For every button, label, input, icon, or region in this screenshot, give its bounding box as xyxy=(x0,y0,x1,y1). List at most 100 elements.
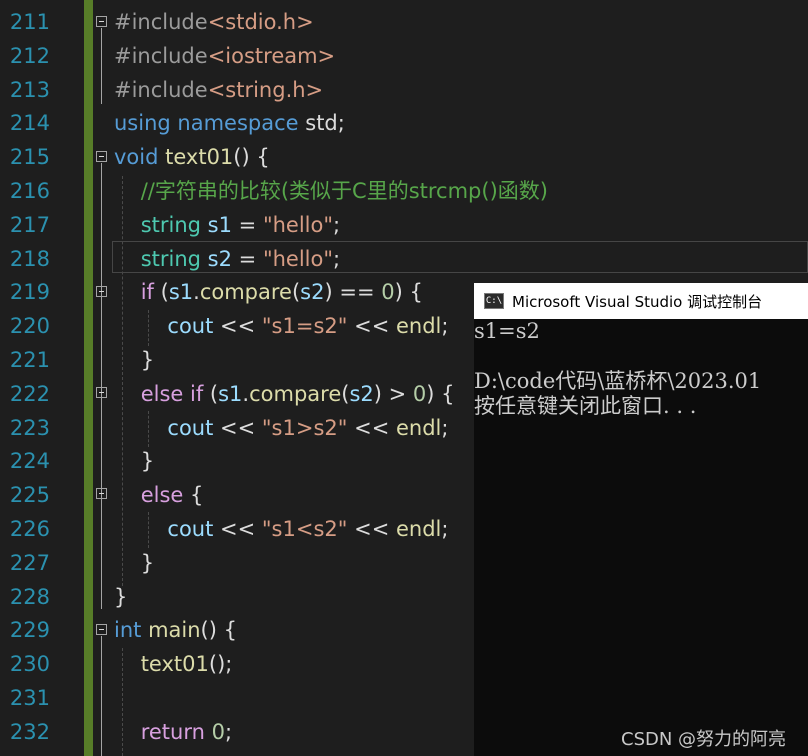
code-token: #include xyxy=(114,43,208,68)
indent-guide xyxy=(122,648,124,756)
line-number: 226 xyxy=(9,517,50,541)
code-token: . xyxy=(193,280,200,305)
line-number: 230 xyxy=(9,652,50,677)
code-token: #include xyxy=(114,10,208,34)
code-token: ; xyxy=(333,212,341,237)
console-title-bar[interactable]: C:\ Microsoft Visual Studio 调试控制台 xyxy=(474,283,808,319)
code-token: } xyxy=(114,449,155,474)
code-token: s2 xyxy=(349,381,374,406)
code-line[interactable]: } xyxy=(114,343,154,377)
code-line[interactable]: if (s1.compare(s2) == 0) { xyxy=(114,275,423,309)
code-token: using xyxy=(114,111,178,136)
code-line[interactable]: } xyxy=(114,546,154,580)
code-token: ( xyxy=(209,381,219,406)
line-number: 219 xyxy=(9,280,50,305)
fold-toggle-else[interactable] xyxy=(96,488,107,499)
console-output-line: D:\code代码\蓝桥杯\2023.01 xyxy=(474,369,762,393)
line-number: 213 xyxy=(9,77,50,102)
indent-guide xyxy=(122,176,124,586)
current-line-highlight xyxy=(112,241,808,273)
code-line[interactable]: text01(); xyxy=(114,647,233,681)
indent-guide xyxy=(148,411,150,447)
code-token: << xyxy=(213,415,262,440)
console-output-line: 按任意键关闭此窗口. . . xyxy=(474,394,697,418)
line-number: 215 xyxy=(9,145,50,170)
code-token: <iostream> xyxy=(207,43,336,68)
code-token: text01 xyxy=(165,145,234,170)
console-output: s1=s2 D:\code代码\蓝桥杯\2023.01 按任意键关闭此窗口. . … xyxy=(474,319,808,419)
change-indicator-bar xyxy=(84,0,93,756)
code-line[interactable]: int main() { xyxy=(114,613,237,647)
code-line[interactable]: cout << "s1=s2" << endl; xyxy=(114,309,448,343)
line-number: 224 xyxy=(9,449,50,474)
code-token: () { xyxy=(200,618,237,643)
code-token: void xyxy=(114,145,166,170)
code-line[interactable]: } xyxy=(114,580,127,614)
code-line[interactable]: return 0; xyxy=(114,715,232,749)
code-token: endl xyxy=(395,415,442,440)
code-token: <string.h> xyxy=(207,77,324,102)
code-token: << xyxy=(213,314,262,339)
line-number: 221 xyxy=(9,348,50,372)
line-number: 217 xyxy=(9,212,50,237)
line-number: 214 xyxy=(9,111,50,136)
code-line[interactable]: else if (s1.compare(s2) > 0) { xyxy=(114,377,455,411)
code-token: ( xyxy=(160,280,169,305)
code-token: endl xyxy=(395,314,442,339)
code-line[interactable]: #include<string.h> xyxy=(114,73,323,107)
code-token: s1 xyxy=(168,280,194,305)
code-line[interactable]: cout << "s1<s2" << endl; xyxy=(114,512,448,546)
line-number: 225 xyxy=(9,483,50,508)
line-number: 211 xyxy=(9,10,50,34)
code-line[interactable]: void text01() { xyxy=(114,140,270,174)
code-token: ) > xyxy=(373,381,413,406)
code-token: string xyxy=(114,212,208,237)
code-token: (); xyxy=(208,652,233,677)
code-token: ) { xyxy=(394,280,423,305)
fold-toggle-includes[interactable] xyxy=(96,16,107,27)
fold-toggle-text01[interactable] xyxy=(96,151,107,162)
code-token: "s1=s2" xyxy=(261,314,348,339)
indent-guide xyxy=(148,310,150,346)
outline-text01 xyxy=(101,163,102,609)
code-token: compare xyxy=(199,280,292,305)
line-number: 222 xyxy=(9,381,50,406)
code-token: ; xyxy=(441,415,449,440)
line-number: 229 xyxy=(9,618,50,643)
code-token: ; xyxy=(441,517,449,541)
line-number: 227 xyxy=(9,550,50,575)
code-line[interactable]: //字符串的比较(类似于C里的strcmp()函数) xyxy=(114,174,548,208)
code-token: 0 xyxy=(381,280,395,305)
code-token: } xyxy=(114,348,155,372)
code-token: "s1<s2" xyxy=(261,517,348,541)
code-token: cout xyxy=(114,517,214,541)
code-line[interactable]: cout << "s1>s2" << endl; xyxy=(114,411,448,445)
debug-console-window[interactable]: C:\ Microsoft Visual Studio 调试控制台 s1=s2 … xyxy=(474,283,808,756)
code-line[interactable]: using namespace std; xyxy=(114,106,345,140)
line-number: 218 xyxy=(9,246,50,271)
code-token: cout xyxy=(114,314,214,339)
code-token: << xyxy=(347,517,396,541)
line-number: 216 xyxy=(9,179,50,203)
code-line[interactable]: #include<iostream> xyxy=(114,39,335,73)
line-number: 231 xyxy=(9,686,50,710)
code-token: ) { xyxy=(426,381,455,406)
code-token: #include xyxy=(114,77,208,102)
code-token: << xyxy=(213,517,262,541)
fold-toggle-main[interactable] xyxy=(96,624,107,635)
code-token: s1 xyxy=(218,381,243,406)
code-line[interactable]: else { xyxy=(114,478,204,512)
code-token: std; xyxy=(305,111,345,136)
code-token: endl xyxy=(395,517,442,541)
code-token: if xyxy=(114,280,161,305)
console-app-icon: C:\ xyxy=(484,293,504,309)
line-number: 220 xyxy=(9,314,50,339)
code-line[interactable]: string s1 = "hello"; xyxy=(114,208,340,242)
code-token: } xyxy=(114,584,128,609)
code-line[interactable]: #include<stdio.h> xyxy=(114,5,314,39)
console-title: Microsoft Visual Studio 调试控制台 xyxy=(512,292,763,311)
code-line[interactable]: } xyxy=(114,444,154,478)
fold-toggle-if[interactable] xyxy=(96,286,107,297)
line-number: 232 xyxy=(9,719,50,744)
fold-toggle-else-if[interactable] xyxy=(96,387,107,398)
